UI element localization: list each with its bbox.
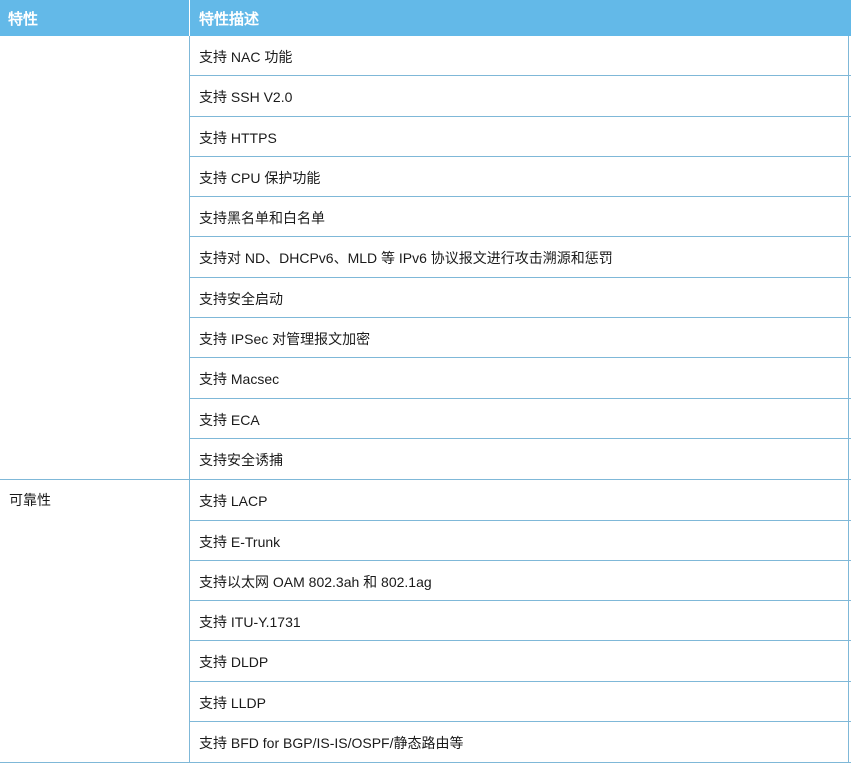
description-list: 支持 NAC 功能 支持 SSH V2.0 支持 HTTPS 支持 CPU 保护… [190,36,851,479]
feature-group-security: 支持 NAC 功能 支持 SSH V2.0 支持 HTTPS 支持 CPU 保护… [0,36,851,481]
table-right-border [848,36,849,764]
feature-group-reliability: 可靠性 支持 LACP 支持 E-Trunk 支持以太网 OAM 802.3ah… [0,480,851,764]
feature-table: 特性 特性描述 支持 NAC 功能 支持 SSH V2.0 支持 HTTPS 支… [0,0,851,764]
description-row: 支持 DLDP [190,641,851,682]
description-row: 支持 ITU-Y.1731 [190,601,851,642]
description-row: 支持对 ND、DHCPv6、MLD 等 IPv6 协议报文进行攻击溯源和惩罚 [190,237,851,278]
description-row: 支持 E-Trunk [190,521,851,561]
description-row: 支持 HTTPS [190,117,851,157]
description-row: 支持 SSH V2.0 [190,76,851,117]
table-header: 特性 特性描述 [0,0,851,36]
description-row: 支持安全启动 [190,278,851,319]
feature-cell: 可靠性 [0,480,190,763]
description-row: 支持安全诱捕 [199,451,283,468]
description-row: 支持 LACP [190,480,851,521]
description-row: 支持 IPSec 对管理报文加密 [190,318,851,359]
description-row: 支持 BFD for BGP/IS-IS/OSPF/静态路由等 [199,735,464,752]
description-row: 支持 NAC 功能 [190,36,851,77]
description-row: 支持 ECA [190,399,851,439]
description-row: 支持 LLDP [190,682,851,723]
feature-cell [0,36,190,480]
header-description: 特性描述 [199,11,260,28]
header-feature: 特性 [0,0,190,36]
description-row: 支持黑名单和白名单 [190,197,851,238]
description-row: 支持 CPU 保护功能 [190,157,851,198]
description-list: 支持 LACP 支持 E-Trunk 支持以太网 OAM 802.3ah 和 8… [190,480,851,762]
description-row: 支持 Macsec [190,358,851,399]
description-row: 支持以太网 OAM 802.3ah 和 802.1ag [190,561,851,602]
